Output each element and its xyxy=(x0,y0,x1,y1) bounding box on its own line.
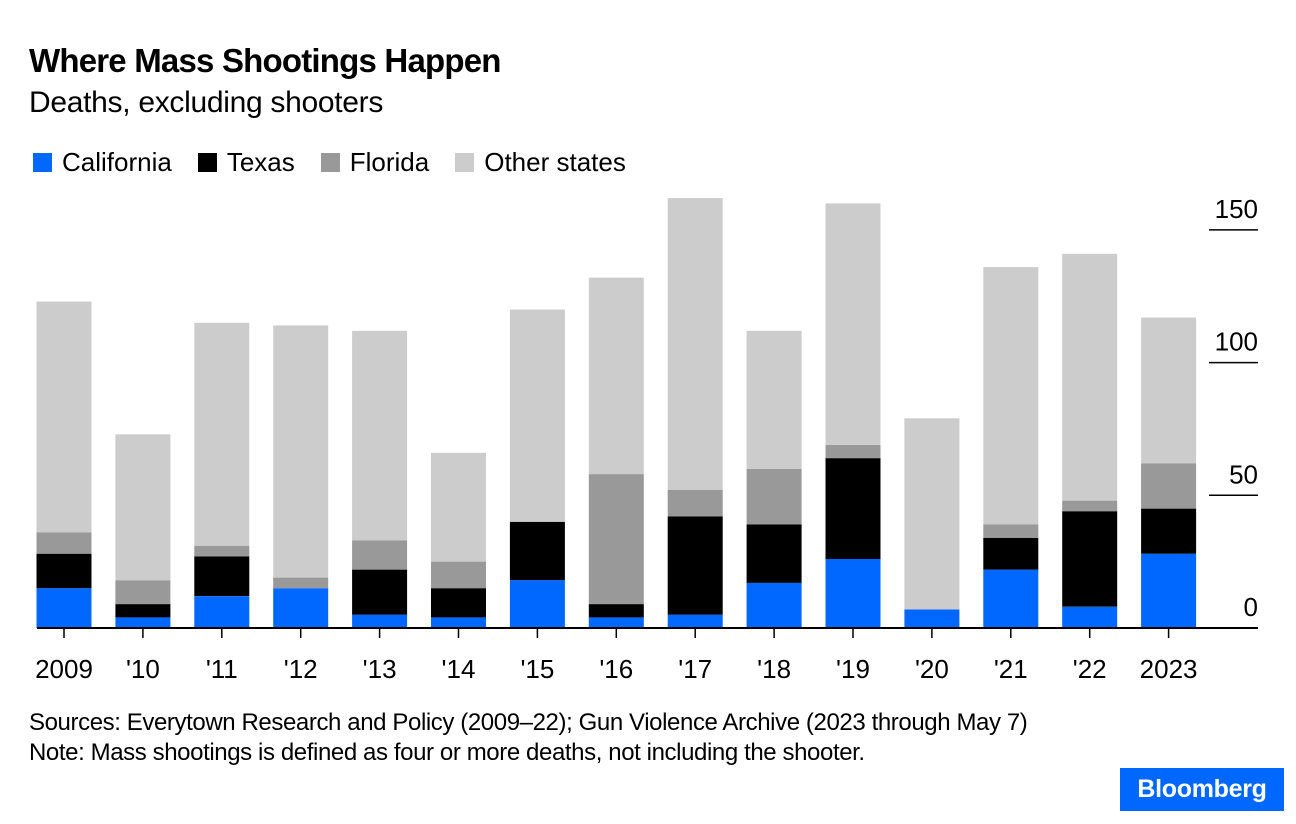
bar-segment-california xyxy=(115,617,171,628)
x-axis: 2009 '10 '11 '12 '13 '14 '15 '16 '17 '18 '19 '20 '21… xyxy=(35,627,1258,684)
x-tick-label: '10 xyxy=(126,654,160,684)
bar-segment-california xyxy=(431,617,486,628)
x-tick-label: '22 xyxy=(1073,654,1107,684)
bar-segment-florida xyxy=(667,490,723,517)
bar-segment-florida xyxy=(273,577,329,589)
bar-segment-florida xyxy=(194,545,250,557)
bar-segment-texas xyxy=(352,569,408,615)
y-tick-label: 100 xyxy=(1215,327,1258,357)
bar-segment-other-states xyxy=(825,203,881,445)
bar-segment-florida xyxy=(352,540,408,570)
bar-segment-california xyxy=(36,588,92,628)
sources-text: Sources: Everytown Research and Policy (… xyxy=(29,709,1028,736)
x-tick-label: '12 xyxy=(284,654,318,684)
bar-segment-florida xyxy=(588,474,644,605)
bar-segment-other-states xyxy=(115,434,171,581)
bar-segment-california xyxy=(194,596,250,628)
x-tick-label: '14 xyxy=(442,654,476,684)
bar-segment-florida xyxy=(1062,500,1118,512)
bar-segment-california xyxy=(588,617,644,628)
x-tick-label: '20 xyxy=(915,654,949,684)
y-tick-label: 150 xyxy=(1215,194,1258,224)
bar-segment-texas xyxy=(431,588,486,618)
bar-segment-texas xyxy=(588,604,644,618)
bar-segment-other-states xyxy=(194,322,250,546)
bar-segment-california xyxy=(1141,553,1197,628)
bar-segment-texas xyxy=(1062,511,1118,607)
bar-segment-other-states xyxy=(509,309,565,522)
bars-group xyxy=(36,198,1197,628)
stacked-bar-chart: 0 50 100 150 2009 '10 '11 '12 '13 '14 '15 '16 '17 '1… xyxy=(35,194,1258,684)
bar-segment-california xyxy=(667,614,723,628)
bar-segment-california xyxy=(983,569,1039,628)
x-tick-label: '19 xyxy=(836,654,870,684)
bar-segment-other-states xyxy=(36,301,92,533)
bar-segment-other-states xyxy=(273,325,329,578)
x-tick-label: 2023 xyxy=(1140,654,1198,684)
bar-segment-california xyxy=(352,614,408,628)
bar-segment-florida xyxy=(36,532,92,554)
bar-segment-other-states xyxy=(352,330,408,541)
bar-segment-texas xyxy=(667,516,723,615)
bar-segment-other-states xyxy=(667,198,723,490)
bar-segment-california xyxy=(1062,606,1118,628)
bar-segment-texas xyxy=(194,556,250,597)
bar-segment-florida xyxy=(983,524,1039,538)
x-tick-label: '16 xyxy=(599,654,633,684)
x-tick-label: '17 xyxy=(678,654,712,684)
bar-segment-texas xyxy=(509,521,565,581)
bar-segment-california xyxy=(509,580,565,628)
bar-segment-texas xyxy=(1141,508,1197,554)
bar-segment-other-states xyxy=(904,418,960,610)
bar-segment-florida xyxy=(431,561,486,589)
x-tick-label: '11 xyxy=(206,654,238,684)
bar-segment-other-states xyxy=(746,330,802,469)
bar-segment-texas xyxy=(115,604,171,618)
bar-segment-texas xyxy=(36,553,92,589)
x-tick-label: '15 xyxy=(520,654,554,684)
bar-segment-texas xyxy=(983,537,1039,570)
bar-segment-other-states xyxy=(983,267,1039,525)
bar-segment-florida xyxy=(115,580,171,605)
bar-segment-other-states xyxy=(431,452,486,562)
bar-segment-florida xyxy=(825,444,881,459)
x-tick-label: 2009 xyxy=(35,654,93,684)
bar-segment-california xyxy=(273,588,329,628)
bar-segment-california xyxy=(746,582,802,628)
y-axis: 0 50 100 150 xyxy=(1209,194,1258,622)
bar-segment-other-states xyxy=(1062,253,1118,501)
x-tick-label: '18 xyxy=(757,654,791,684)
bar-segment-florida xyxy=(1141,463,1197,509)
bar-segment-texas xyxy=(825,458,881,559)
bar-segment-florida xyxy=(746,468,802,525)
note-text: Note: Mass shootings is defined as four … xyxy=(29,739,865,766)
y-tick-label: 50 xyxy=(1229,459,1258,489)
x-tick-label: '13 xyxy=(363,654,397,684)
bloomberg-logo: Bloomberg xyxy=(1120,768,1284,811)
bar-segment-other-states xyxy=(1141,317,1197,464)
x-tick-label: '21 xyxy=(994,654,1028,684)
bar-segment-california xyxy=(904,609,960,628)
bar-segment-california xyxy=(825,559,881,628)
footer: Sources: Everytown Research and Policy (… xyxy=(29,708,1049,768)
bar-segment-texas xyxy=(746,524,802,583)
y-tick-label: 0 xyxy=(1244,592,1258,622)
bar-segment-other-states xyxy=(588,277,644,475)
